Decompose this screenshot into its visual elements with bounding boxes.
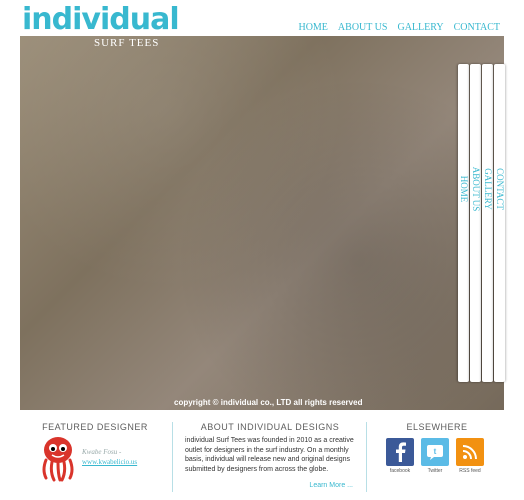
facebook-label: facebook	[389, 468, 411, 474]
side-nav-home[interactable]: HOME	[459, 176, 469, 203]
footer: FEATURED DESIGNER Kwabe Fosu - www.kwabe…	[20, 414, 504, 500]
side-nav-strip-home[interactable]: HOME	[458, 64, 469, 382]
hero-sand-image	[20, 36, 504, 410]
side-nav-contact[interactable]: CONTACT	[495, 168, 505, 210]
side-nav-strip-gallery[interactable]: GALLERY	[482, 64, 493, 382]
elsewhere-title: ELSEWHERE	[406, 422, 468, 432]
about-text: individual Surf Tees was founded in 2010…	[185, 437, 354, 473]
rss-link[interactable]: RSS feed	[456, 438, 484, 474]
side-nav-strip-contact[interactable]: CONTACT	[494, 64, 505, 382]
featured-designer-title: FEATURED DESIGNER	[42, 422, 148, 432]
twitter-icon[interactable]: t	[421, 438, 449, 466]
svg-text:t: t	[434, 447, 437, 456]
copyright-text: copyright © individual co., LTD all righ…	[174, 398, 363, 407]
nav-home[interactable]: HOME	[298, 22, 327, 33]
top-nav: HOME ABOUT US GALLERY CONTACT	[298, 22, 500, 33]
about-title: ABOUT INDIVIDUAL DESIGNS	[200, 422, 340, 432]
footer-divider	[366, 422, 367, 492]
octopus-mascot-icon[interactable]	[38, 434, 78, 482]
logo[interactable]: individual	[22, 2, 180, 38]
designer-name: Kwabe Fosu -	[82, 448, 122, 456]
designer-url-link[interactable]: www.kwabelicio.us	[82, 458, 137, 466]
nav-about-us[interactable]: ABOUT US	[338, 22, 388, 33]
facebook-icon[interactable]	[386, 438, 414, 466]
nav-contact[interactable]: CONTACT	[454, 22, 500, 33]
twitter-link[interactable]: t Twitter	[421, 438, 449, 474]
footer-divider	[172, 422, 173, 492]
side-nav-gallery[interactable]: GALLERY	[483, 168, 493, 210]
learn-more-link[interactable]: Learn More ...	[309, 482, 353, 489]
nav-gallery[interactable]: GALLERY	[397, 22, 443, 33]
header: individual HOME ABOUT US GALLERY CONTACT	[0, 0, 524, 40]
twitter-label: Twitter	[427, 468, 443, 474]
featured-designer-section: FEATURED DESIGNER Kwabe Fosu - www.kwabe…	[20, 414, 170, 500]
elsewhere-section: ELSEWHERE facebook t Twitter RSS feed	[370, 414, 504, 500]
side-nav-about-us[interactable]: ABOUT US	[471, 167, 481, 212]
rss-label: RSS feed	[459, 468, 481, 474]
side-nav-strip-about[interactable]: ABOUT US	[470, 64, 481, 382]
about-section: ABOUT INDIVIDUAL DESIGNS individual Surf…	[175, 414, 365, 500]
facebook-link[interactable]: facebook	[386, 438, 414, 474]
side-nav: HOME ABOUT US GALLERY CONTACT	[458, 64, 506, 382]
rss-icon[interactable]	[456, 438, 484, 466]
logo-tagline: SURF TEES	[94, 37, 160, 49]
